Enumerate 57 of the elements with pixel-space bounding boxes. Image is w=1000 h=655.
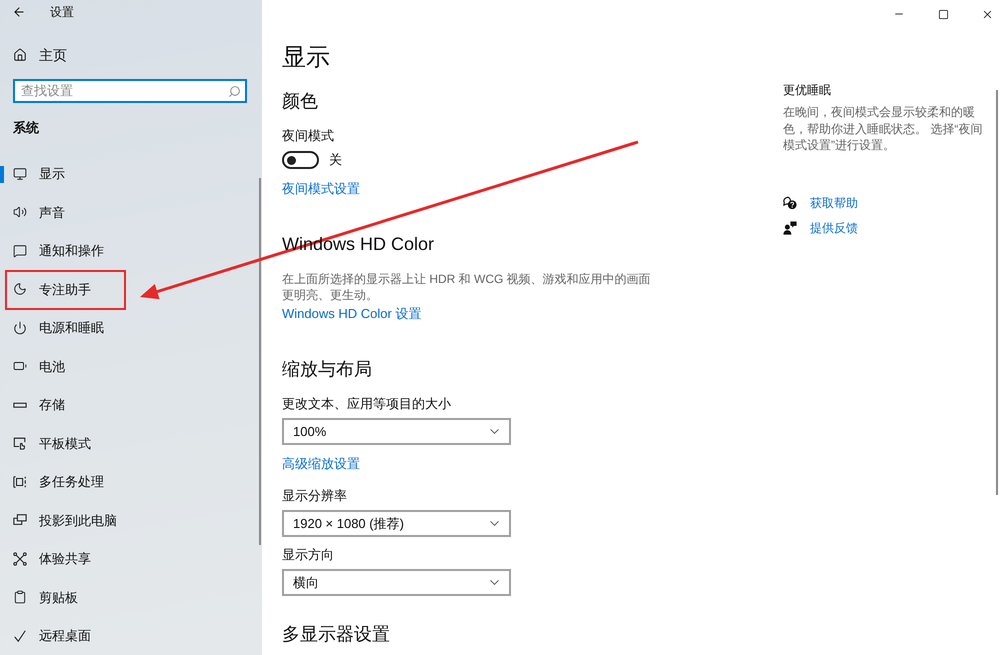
tick-icon: [13, 628, 27, 643]
search-field[interactable]: 查找设置: [13, 78, 247, 102]
clipboard-icon: [13, 590, 27, 604]
moon-icon: [13, 282, 27, 296]
back-arrow-icon: [12, 4, 26, 19]
toggle-switch[interactable]: [282, 151, 319, 169]
sidebar-scrollbar[interactable]: [259, 178, 261, 545]
nav-item[interactable]: 投影到此电脑: [0, 501, 259, 540]
dropdown[interactable]: 1920 × 1080 (推荐): [282, 510, 511, 537]
settings-link[interactable]: 高级缩放设置: [282, 455, 360, 473]
related-link[interactable]: 获取帮助: [783, 194, 858, 212]
nav-item[interactable]: 通知和操作: [0, 232, 259, 270]
section-heading: 缩放与布局: [282, 358, 372, 380]
nav-item[interactable]: 存储: [0, 386, 259, 424]
speaker-icon: [13, 205, 27, 220]
nav-item[interactable]: 电源和睡眠: [0, 308, 259, 347]
related-link[interactable]: 提供反馈: [783, 218, 858, 236]
home-icon: [13, 48, 27, 62]
speech-bubble-icon: [13, 244, 27, 258]
setting-label: 夜间模式: [282, 127, 334, 145]
nav-item[interactable]: 电池: [0, 347, 259, 386]
nav-item[interactable]: 多任务处理: [0, 462, 259, 501]
window-title: 设置: [50, 4, 74, 20]
setting-label: 更改文本、应用等项目的大小: [282, 395, 451, 413]
power-icon: [13, 320, 27, 335]
tablet-icon: [13, 436, 27, 450]
nav-item[interactable]: 专注助手: [0, 270, 259, 308]
settings-link[interactable]: Windows HD Color 设置: [282, 305, 422, 323]
setting-label: 显示方向: [282, 546, 334, 564]
page-scrollbar[interactable]: [996, 90, 998, 495]
settings-link[interactable]: 夜间模式设置: [282, 180, 360, 198]
feedback-person-icon: [783, 220, 797, 234]
page-title: 显示: [282, 43, 330, 73]
setting-description: 在上面所选择的显示器上让 HDR 和 WCG 视频、游戏和应用中的画面更明亮、更生动。: [282, 271, 652, 303]
help-bubble-icon: [783, 196, 797, 210]
search-icon: [228, 84, 241, 98]
section-heading: 多显示器设置: [282, 623, 390, 645]
maximize-icon: [938, 8, 948, 20]
related-heading: 更优睡眠: [783, 82, 831, 98]
nav-item[interactable]: 远程桌面: [0, 616, 259, 655]
screens-icon: [13, 513, 27, 528]
dropdown[interactable]: 横向: [282, 569, 511, 596]
nav-item[interactable]: 体验共享: [0, 540, 259, 578]
nav-item[interactable]: 显示: [0, 154, 259, 193]
setting-label: 显示分辨率: [282, 487, 347, 505]
section-heading: 颜色: [282, 90, 318, 112]
nav-item[interactable]: 声音: [0, 193, 259, 232]
nav-item[interactable]: 平板模式: [0, 424, 259, 462]
related-description: 在晚间，夜间模式会显示较柔和的暖色，帮助你进入睡眠状态。 选择“夜间模式设置”进行设置。: [783, 104, 984, 154]
nav-item[interactable]: 剪贴板: [0, 578, 259, 616]
dropdown[interactable]: 100%: [282, 418, 511, 445]
multitask-icon: [13, 474, 27, 489]
toggle-state-label: 关: [329, 151, 342, 169]
monitor-icon: [13, 166, 27, 181]
home-nav-item[interactable]: 主页: [0, 42, 259, 68]
connected-dots-icon: [13, 552, 27, 566]
section-heading: 系统: [13, 118, 39, 136]
